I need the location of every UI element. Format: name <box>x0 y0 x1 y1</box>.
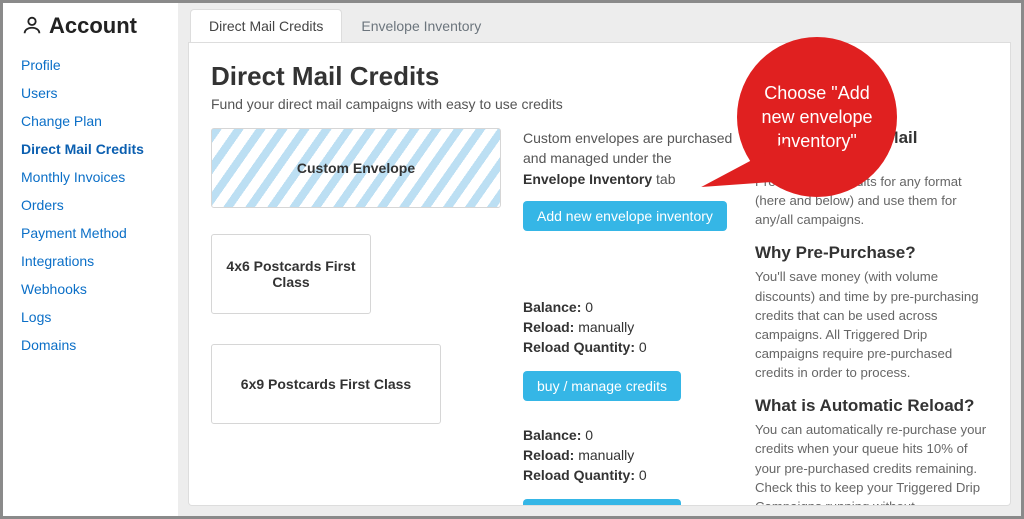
custom-envelope-info: Custom envelopes are purchased and manag… <box>523 128 733 189</box>
sidebar-item-monthly-invoices[interactable]: Monthly Invoices <box>21 163 178 191</box>
buy-manage-credits-button[interactable]: buy / manage credits <box>523 371 681 401</box>
help-q2: Why Pre-Purchase? <box>755 243 988 263</box>
card-4x6-postcards[interactable]: 4x6 Postcards First Class <box>211 234 371 314</box>
panel: Direct Mail Credits Fund your direct mai… <box>188 42 1011 506</box>
buy-manage-credits-button[interactable]: buy / manage credits <box>523 499 681 506</box>
tabs: Direct Mail Credits Envelope Inventory <box>178 3 1021 42</box>
credits-controls: Custom envelopes are purchased and manag… <box>523 128 733 506</box>
help-q3: What is Automatic Reload? <box>755 396 988 416</box>
credit-block-4x6: Balance: 0 Reload: manually Reload Quant… <box>523 299 733 506</box>
page-subtitle: Fund your direct mail campaigns with eas… <box>211 96 988 112</box>
help-copy: What are Direct Mail Credits? Pre-purcha… <box>755 128 988 506</box>
help-p2: You'll save money (with volume discounts… <box>755 267 988 382</box>
sidebar-item-payment-method[interactable]: Payment Method <box>21 219 178 247</box>
tab-direct-mail-credits[interactable]: Direct Mail Credits <box>190 9 342 42</box>
sidebar-item-users[interactable]: Users <box>21 79 178 107</box>
content: Direct Mail Credits Envelope Inventory D… <box>178 3 1021 516</box>
page-title: Direct Mail Credits <box>211 61 988 92</box>
formats: Custom Envelope 4x6 Postcards First Clas… <box>211 128 501 506</box>
tab-envelope-inventory[interactable]: Envelope Inventory <box>342 9 500 42</box>
sidebar-item-orders[interactable]: Orders <box>21 191 178 219</box>
card-label: 4x6 Postcards First Class <box>222 258 360 290</box>
sidebar-item-direct-mail-credits[interactable]: Direct Mail Credits <box>21 135 178 163</box>
account-header: Account <box>21 13 178 39</box>
add-envelope-inventory-button[interactable]: Add new envelope inventory <box>523 201 727 231</box>
help-p3: You can automatically re-purchase your c… <box>755 420 988 506</box>
app-frame: Account Profile Users Change Plan Direct… <box>0 0 1024 519</box>
sidebar-item-profile[interactable]: Profile <box>21 51 178 79</box>
sidebar-item-change-plan[interactable]: Change Plan <box>21 107 178 135</box>
help-q1: What are Direct Mail Credits? <box>755 128 988 168</box>
card-label: 6x9 Postcards First Class <box>241 376 411 392</box>
sidebar-item-logs[interactable]: Logs <box>21 303 178 331</box>
card-custom-envelope[interactable]: Custom Envelope <box>211 128 501 208</box>
user-icon <box>21 14 43 39</box>
sidebar-item-webhooks[interactable]: Webhooks <box>21 275 178 303</box>
help-p1: Pre-purchase credits for any format (her… <box>755 172 988 229</box>
sidebar-item-domains[interactable]: Domains <box>21 331 178 359</box>
card-label: Custom Envelope <box>297 160 415 176</box>
sidebar-item-integrations[interactable]: Integrations <box>21 247 178 275</box>
sidebar: Account Profile Users Change Plan Direct… <box>3 3 178 516</box>
sidebar-title: Account <box>49 13 137 39</box>
card-6x9-postcards[interactable]: 6x9 Postcards First Class <box>211 344 441 424</box>
